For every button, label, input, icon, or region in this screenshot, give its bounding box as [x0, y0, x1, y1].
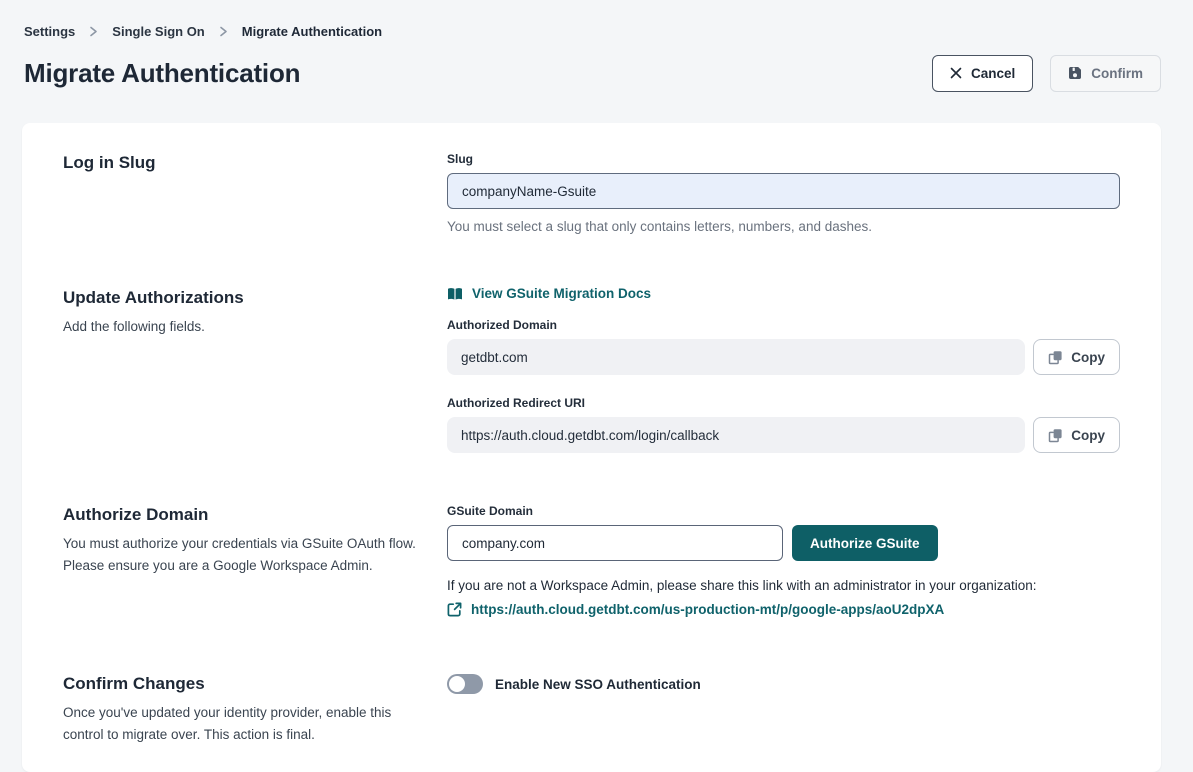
confirm-button[interactable]: Confirm [1050, 55, 1161, 92]
enable-sso-toggle[interactable] [447, 674, 483, 694]
admin-share-link[interactable]: https://auth.cloud.getdbt.com/us-product… [447, 602, 944, 617]
confirm-changes-description: Once you've updated your identity provid… [63, 702, 423, 746]
update-authorizations-description: Add the following fields. [63, 316, 423, 338]
authorized-domain-value: getdbt.com [447, 339, 1025, 375]
slug-helper-text: You must select a slug that only contain… [447, 218, 1120, 236]
section-update-authorizations: Update Authorizations Add the following … [63, 286, 1120, 453]
admin-share-link-label: https://auth.cloud.getdbt.com/us-product… [471, 602, 944, 617]
chevron-right-icon [219, 26, 228, 37]
header-actions: Cancel Confirm [932, 55, 1161, 92]
breadcrumb-single-sign-on[interactable]: Single Sign On [112, 24, 204, 39]
page-header: Settings Single Sign On Migrate Authenti… [0, 0, 1193, 93]
book-icon [447, 287, 463, 301]
gsuite-migration-docs-link[interactable]: View GSuite Migration Docs [447, 286, 651, 301]
confirm-button-label: Confirm [1091, 66, 1143, 81]
cancel-button[interactable]: Cancel [932, 55, 1033, 92]
section-authorize-domain: Authorize Domain You must authorize your… [63, 503, 1120, 622]
workspace-admin-note: If you are not a Workspace Admin, please… [447, 577, 1120, 595]
enable-sso-toggle-label: Enable New SSO Authentication [495, 677, 701, 692]
authorized-redirect-uri-value: https://auth.cloud.getdbt.com/login/call… [447, 417, 1025, 453]
copy-redirect-uri-button[interactable]: Copy [1033, 417, 1120, 453]
authorize-domain-heading: Authorize Domain [63, 503, 423, 527]
copy-button-label: Copy [1071, 428, 1105, 443]
authorized-domain-group: Authorized Domain getdbt.com Copy [447, 317, 1120, 375]
update-authorizations-heading: Update Authorizations [63, 286, 423, 310]
title-row: Migrate Authentication Cancel Confirm [24, 53, 1161, 93]
page-title: Migrate Authentication [24, 58, 300, 89]
copy-authorized-domain-button[interactable]: Copy [1033, 339, 1120, 375]
external-link-icon [447, 602, 462, 617]
cancel-button-label: Cancel [971, 66, 1015, 81]
authorize-domain-description: You must authorize your credentials via … [63, 533, 423, 577]
authorized-redirect-uri-label: Authorized Redirect URI [447, 395, 1120, 411]
breadcrumb-migrate-authentication: Migrate Authentication [242, 24, 382, 39]
authorized-domain-label: Authorized Domain [447, 317, 1120, 333]
section-confirm-changes: Confirm Changes Once you've updated your… [63, 672, 1120, 746]
close-icon [950, 67, 962, 79]
breadcrumb: Settings Single Sign On Migrate Authenti… [24, 22, 1161, 40]
gsuite-migration-docs-link-label: View GSuite Migration Docs [472, 286, 651, 301]
copy-button-label: Copy [1071, 350, 1105, 365]
authorized-redirect-uri-group: Authorized Redirect URI https://auth.clo… [447, 395, 1120, 453]
save-icon [1068, 66, 1082, 80]
slug-input[interactable] [447, 173, 1120, 209]
section-login-slug: Log in Slug Slug You must select a slug … [63, 151, 1120, 236]
authorize-gsuite-button[interactable]: Authorize GSuite [792, 525, 938, 561]
slug-label: Slug [447, 151, 1120, 167]
confirm-changes-heading: Confirm Changes [63, 672, 423, 696]
gsuite-domain-label: GSuite Domain [447, 503, 1120, 519]
settings-card: Log in Slug Slug You must select a slug … [22, 123, 1161, 772]
toggle-knob [449, 676, 465, 692]
breadcrumb-settings[interactable]: Settings [24, 24, 75, 39]
copy-icon [1048, 428, 1063, 443]
gsuite-domain-input[interactable] [447, 525, 783, 561]
copy-icon [1048, 350, 1063, 365]
chevron-right-icon [89, 26, 98, 37]
login-slug-heading: Log in Slug [63, 151, 423, 175]
